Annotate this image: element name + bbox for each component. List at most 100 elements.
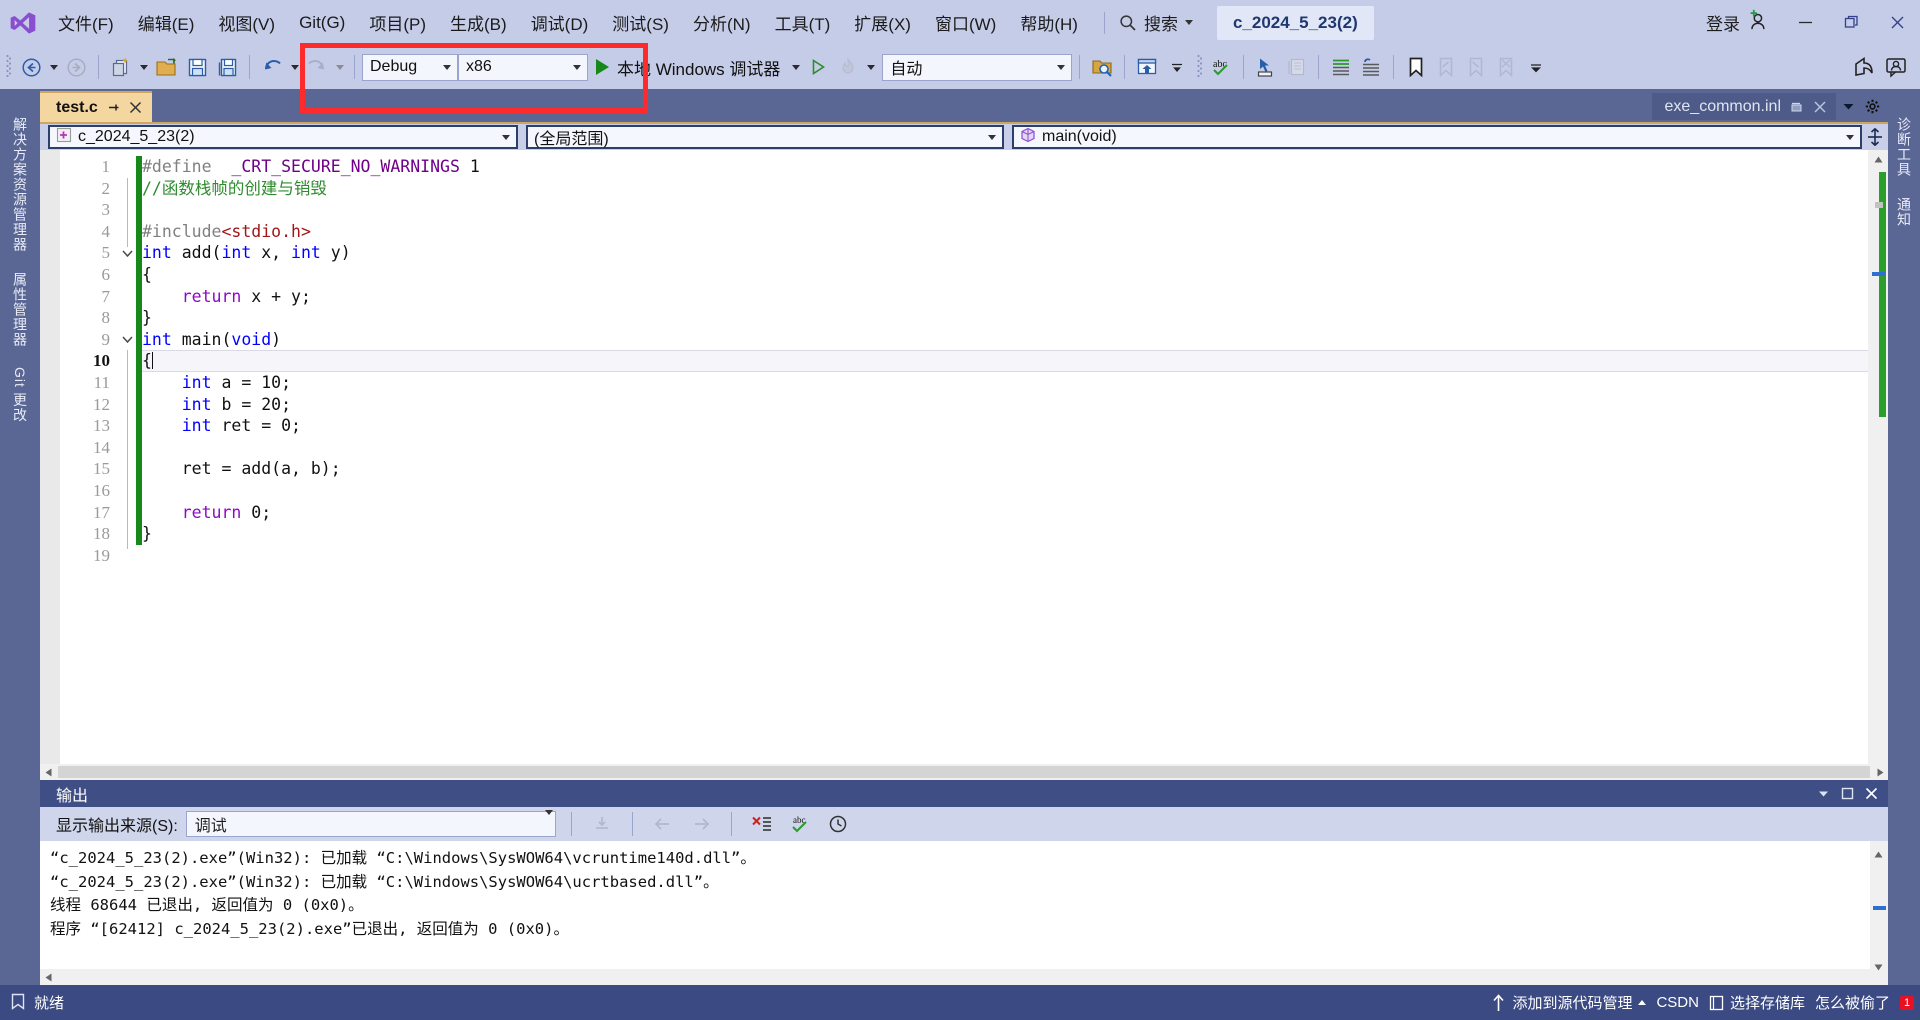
output-horizontal-scrollbar[interactable] xyxy=(40,969,1888,985)
scroll-left-arrow-icon[interactable] xyxy=(40,768,56,777)
solution-explorer-home-button[interactable] xyxy=(1132,52,1162,82)
code-line[interactable] xyxy=(142,480,1868,502)
code-line[interactable]: int b = 20; xyxy=(142,394,1868,416)
toolbar-overflow-button-2[interactable] xyxy=(1521,52,1551,82)
code-line[interactable]: } xyxy=(142,307,1868,329)
code-line[interactable]: return x + y; xyxy=(142,286,1868,308)
output-vertical-scrollbar[interactable] xyxy=(1870,841,1888,971)
menu-git[interactable]: Git(G) xyxy=(287,7,357,39)
hot-reload-dropdown[interactable] xyxy=(863,52,878,82)
menu-window[interactable]: 窗口(W) xyxy=(923,4,1008,41)
go-to-definition-button[interactable] xyxy=(1251,52,1281,82)
split-view-button[interactable] xyxy=(1862,128,1888,146)
scroll-up-arrow-icon[interactable] xyxy=(1868,150,1888,168)
code-line[interactable] xyxy=(142,437,1868,459)
close-icon[interactable] xyxy=(1813,100,1827,114)
code-line[interactable]: int main(void) xyxy=(142,329,1868,351)
output-source-select[interactable]: 调试 xyxy=(185,810,556,837)
pin-icon[interactable] xyxy=(107,101,120,114)
menu-view[interactable]: 视图(V) xyxy=(206,4,287,41)
menu-file[interactable]: 文件(F) xyxy=(46,4,126,41)
undo-button[interactable] xyxy=(257,52,287,82)
code-line[interactable]: { xyxy=(142,350,1868,372)
toolbar-grip-handle-2[interactable] xyxy=(1192,54,1206,80)
code-line[interactable]: #include<stdio.h> xyxy=(142,221,1868,243)
previous-bookmark-button[interactable] xyxy=(1431,52,1461,82)
open-file-button[interactable] xyxy=(151,52,182,82)
code-line[interactable] xyxy=(142,199,1868,221)
navbar-project-select[interactable]: c_2024_5_23(2) xyxy=(48,125,518,149)
dock-solution-explorer[interactable]: 解决方案资源管理器 xyxy=(7,107,33,262)
menu-edit[interactable]: 编辑(E) xyxy=(126,4,207,41)
solution-chip[interactable]: c_2024_5_23(2) xyxy=(1216,5,1374,40)
toolbar-overflow-button[interactable] xyxy=(1162,52,1192,82)
menu-build[interactable]: 生成(B) xyxy=(438,4,519,41)
navigate-backward-dropdown[interactable] xyxy=(46,52,61,82)
code-line[interactable]: int ret = 0; xyxy=(142,415,1868,437)
menu-extensions[interactable]: 扩展(X) xyxy=(842,4,923,41)
next-bookmark-button[interactable] xyxy=(1461,52,1491,82)
code-line[interactable] xyxy=(142,545,1868,567)
start-without-debugging-button[interactable] xyxy=(803,52,833,82)
dock-git-changes[interactable]: Git 更改 xyxy=(7,357,33,433)
menu-project[interactable]: 项目(P) xyxy=(357,4,438,41)
start-debugging-dropdown[interactable] xyxy=(788,52,803,82)
code-line[interactable]: int add(int x, int y) xyxy=(142,242,1868,264)
redo-dropdown[interactable] xyxy=(332,52,347,82)
close-icon[interactable] xyxy=(129,101,142,114)
menu-analyze[interactable]: 分析(N) xyxy=(681,4,763,41)
save-all-button[interactable] xyxy=(212,52,242,82)
notification-badge[interactable]: 1 xyxy=(1900,995,1914,1010)
solution-configuration-select[interactable]: Debug xyxy=(362,53,458,81)
code-line[interactable]: #define _CRT_SECURE_NO_WARNINGS 1 xyxy=(142,156,1868,178)
find-all-references-button[interactable] xyxy=(1281,52,1311,82)
process-select[interactable]: 自动 xyxy=(882,53,1073,81)
dock-notifications[interactable]: 通知 xyxy=(1891,187,1917,237)
uncomment-selection-button[interactable] xyxy=(1356,52,1386,82)
code-line[interactable]: int a = 10; xyxy=(142,372,1868,394)
navigate-backward-button[interactable] xyxy=(16,52,46,82)
horizontal-scroll-thumb[interactable] xyxy=(58,766,1870,778)
scroll-left-arrow-icon[interactable] xyxy=(40,969,56,985)
close-button[interactable] xyxy=(1874,0,1920,45)
code-line[interactable]: //函数栈帧的创建与销毁 xyxy=(142,178,1868,200)
close-icon[interactable] xyxy=(1860,783,1882,805)
chevron-down-icon[interactable] xyxy=(1812,783,1834,805)
navigate-forward-button[interactable] xyxy=(61,52,91,82)
menu-debug[interactable]: 调试(D) xyxy=(519,4,601,41)
editor-horizontal-scrollbar[interactable] xyxy=(40,764,1888,780)
code-folding-margin[interactable] xyxy=(118,150,136,764)
new-project-dropdown[interactable] xyxy=(136,52,151,82)
search-solution-explorer-button[interactable] xyxy=(1087,52,1117,82)
toggle-word-wrap-button[interactable]: abc xyxy=(785,810,815,838)
restore-button[interactable] xyxy=(1828,0,1874,45)
code-line[interactable]: } xyxy=(142,523,1868,545)
collapse-chevron-icon[interactable] xyxy=(118,329,136,351)
editor-indicator-margin[interactable] xyxy=(40,150,60,764)
menu-tools[interactable]: 工具(T) xyxy=(763,4,843,41)
navbar-member-select[interactable]: main(void) xyxy=(1012,125,1862,149)
clear-all-button[interactable] xyxy=(747,810,777,838)
go-to-previous-message-button[interactable] xyxy=(648,810,678,838)
go-to-next-message-button[interactable] xyxy=(686,810,716,838)
select-repository-button[interactable]: 选择存储库 xyxy=(1709,992,1805,1013)
toggle-bookmark-button[interactable] xyxy=(1401,52,1431,82)
undo-dropdown[interactable] xyxy=(287,52,302,82)
live-share-button[interactable] xyxy=(1848,52,1880,82)
gear-icon[interactable] xyxy=(1860,91,1884,122)
dock-diagnostic-tools[interactable]: 诊断工具 xyxy=(1891,107,1917,187)
float-window-icon[interactable] xyxy=(1836,783,1858,805)
menu-test[interactable]: 测试(S) xyxy=(600,4,681,41)
tab-test-c[interactable]: test.c xyxy=(40,91,152,122)
add-to-source-control-button[interactable]: 添加到源代码管理 xyxy=(1491,992,1647,1013)
code-line[interactable]: { xyxy=(142,264,1868,286)
save-button[interactable] xyxy=(182,52,212,82)
feedback-button[interactable] xyxy=(1880,52,1912,82)
code-line[interactable]: ret = add(a, b); xyxy=(142,458,1868,480)
solution-platform-select[interactable]: x86 xyxy=(458,53,588,81)
minimize-button[interactable] xyxy=(1782,0,1828,45)
editor-vertical-scrollbar[interactable] xyxy=(1868,150,1888,764)
navbar-scope-select[interactable]: (全局范围) xyxy=(526,125,1004,149)
spell-check-button[interactable]: abc xyxy=(1206,52,1236,82)
redo-button[interactable] xyxy=(302,52,332,82)
